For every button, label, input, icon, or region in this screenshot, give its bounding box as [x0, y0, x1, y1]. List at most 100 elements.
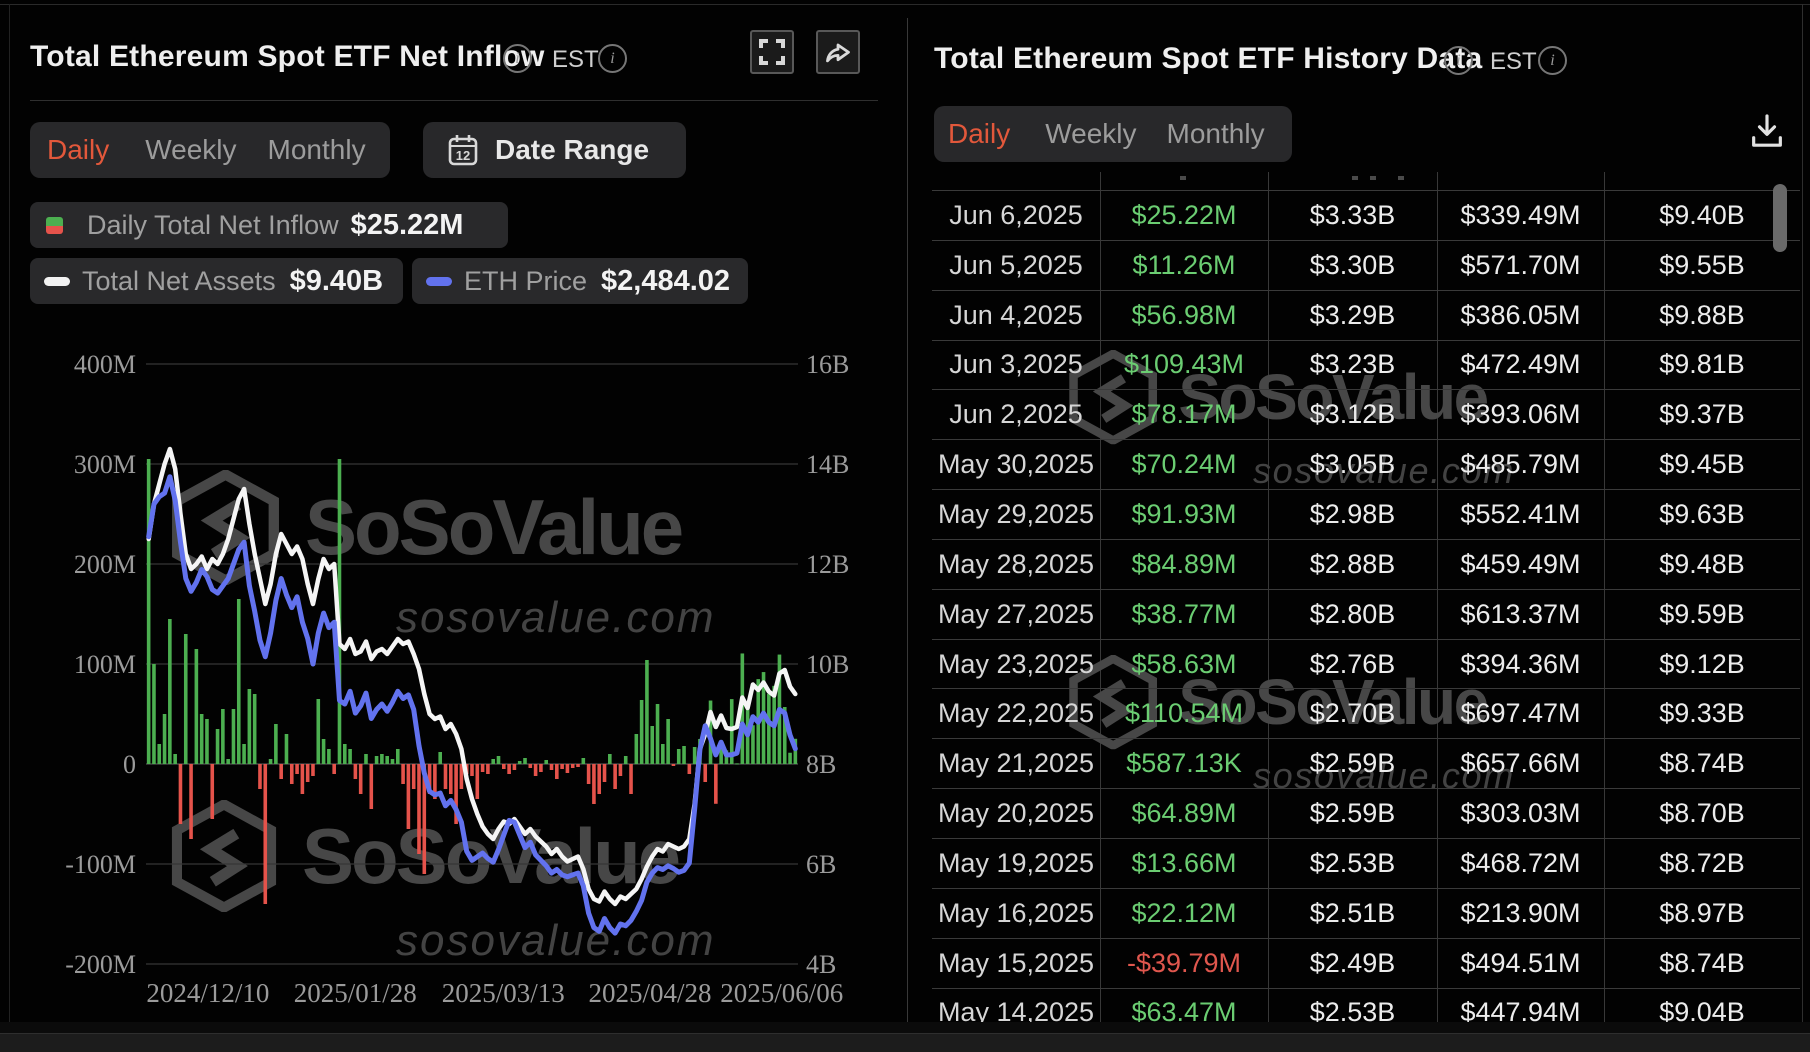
scrollbar-thumb[interactable] — [1773, 184, 1787, 252]
table-row[interactable]: May 27,2025$38.77M$2.80B$613.37M$9.59B — [932, 589, 1800, 639]
y-axis-right-label: 16B — [806, 350, 849, 379]
table-row[interactable]: May 29,2025$91.93M$2.98B$552.41M$9.63B — [932, 489, 1800, 539]
inflow-bar — [587, 764, 591, 784]
table-row[interactable]: May 21,2025$587.13K$2.59B$657.66M$8.74B — [932, 738, 1800, 788]
inflow-bar — [497, 756, 501, 764]
cell-value-traded: $613.37M — [1437, 590, 1604, 639]
cell-net-assets: $9.48B — [1604, 540, 1800, 589]
inflow-bar — [269, 759, 273, 764]
cell-value-traded: $472.49M — [1437, 341, 1604, 390]
inflow-bar — [343, 744, 347, 764]
cell-value-traded: $552.41M — [1437, 490, 1604, 539]
inflow-bar — [688, 764, 692, 774]
inflow-bar — [619, 764, 623, 776]
net-assets-line — [149, 449, 796, 904]
cell-daily-net-inflow: -$39.79M — [1100, 939, 1268, 988]
cell-date: Jun 4,2025 — [932, 291, 1100, 340]
cell-net-assets: $8.70B — [1604, 789, 1800, 838]
inflow-bar — [603, 764, 607, 782]
inflow-bar — [322, 739, 326, 764]
inflow-bar — [179, 764, 183, 824]
inflow-bar — [703, 764, 707, 782]
table-row[interactable]: May 14,2025$63.47M$2.53B$447.94M$9.04B — [932, 988, 1800, 1023]
inflow-bar — [672, 764, 676, 766]
info-icon[interactable]: i — [1444, 46, 1473, 75]
cell-net-assets: $9.45B — [1604, 440, 1800, 489]
cell-date: May 14,2025 — [932, 989, 1100, 1023]
inflow-bar — [640, 700, 644, 764]
inflow-bar — [491, 759, 495, 764]
table-row[interactable]: Jun 4,2025$56.98M$3.29B$386.05M$9.88B — [932, 290, 1800, 340]
history-table: Jun 6,2025$25.22M$3.33B$339.49M$9.40BJun… — [932, 190, 1800, 1022]
cell-cumulative-inflow: $2.59B — [1268, 789, 1437, 838]
inflow-bar — [147, 459, 151, 764]
tab-monthly[interactable]: Monthly — [1167, 118, 1265, 150]
inflow-bar — [359, 764, 363, 794]
cell-daily-net-inflow: $91.93M — [1100, 490, 1268, 539]
tab-daily[interactable]: Daily — [948, 118, 1010, 150]
inflow-bar — [539, 764, 543, 772]
inflow-bar — [476, 764, 480, 799]
inflow-bar — [380, 754, 384, 764]
cell-value-traded: $339.49M — [1437, 191, 1604, 240]
table-row[interactable]: Jun 2,2025$78.17M$3.12B$393.06M$9.37B — [932, 389, 1800, 439]
cell-value-traded: $657.66M — [1437, 739, 1604, 788]
table-row[interactable]: May 28,2025$84.89M$2.88B$459.49M$9.48B — [932, 539, 1800, 589]
inflow-bar — [624, 756, 628, 764]
cell-cumulative-inflow: $3.23B — [1268, 341, 1437, 390]
y-axis-left-label: -100M — [65, 850, 136, 879]
cell-daily-net-inflow: $13.66M — [1100, 839, 1268, 888]
net-inflow-chart[interactable]: 400M16B300M14B200M12B100M10B08B-100M6B-2… — [0, 0, 907, 1052]
inflow-bar — [650, 726, 654, 764]
table-row[interactable]: Jun 5,2025$11.26M$3.30B$571.70M$9.55B — [932, 240, 1800, 290]
cell-net-assets: $9.63B — [1604, 490, 1800, 539]
table-row[interactable]: May 20,2025$64.89M$2.59B$303.03M$8.70B — [932, 788, 1800, 838]
inflow-bar — [369, 764, 373, 809]
y-axis-left-label: 200M — [74, 550, 136, 579]
cell-value-traded: $697.47M — [1437, 689, 1604, 738]
table-row[interactable]: May 15,2025-$39.79M$2.49B$494.51M$8.74B — [932, 938, 1800, 988]
etf-dashboard: Total Ethereum Spot ETF Net Inflow i EST… — [0, 0, 1810, 1052]
inflow-bar — [301, 764, 305, 794]
inflow-bar — [274, 724, 278, 764]
cell-cumulative-inflow: $2.80B — [1268, 590, 1437, 639]
cell-daily-net-inflow: $56.98M — [1100, 291, 1268, 340]
inflow-bar — [566, 764, 570, 773]
y-axis-right-label: 14B — [806, 450, 849, 479]
table-row[interactable]: May 16,2025$22.12M$2.51B$213.90M$8.97B — [932, 888, 1800, 938]
clipped-header-text — [1398, 176, 1404, 180]
cell-cumulative-inflow: $2.76B — [1268, 640, 1437, 689]
tab-weekly[interactable]: Weekly — [1045, 118, 1136, 150]
cell-date: Jun 5,2025 — [932, 241, 1100, 290]
cell-cumulative-inflow: $3.33B — [1268, 191, 1437, 240]
cell-date: May 27,2025 — [932, 590, 1100, 639]
inflow-bar — [417, 764, 421, 854]
table-row[interactable]: May 22,2025$110.54M$2.70B$697.47M$9.33B — [932, 688, 1800, 738]
inflow-bar — [534, 764, 538, 776]
inflow-bar — [279, 764, 283, 779]
table-row[interactable]: Jun 6,2025$25.22M$3.33B$339.49M$9.40B — [932, 190, 1800, 240]
right-tab-group: Daily Weekly Monthly — [934, 106, 1292, 162]
table-row[interactable]: Jun 3,2025$109.43M$3.23B$472.49M$9.81B — [932, 340, 1800, 390]
table-row[interactable]: May 19,2025$13.66M$2.53B$468.72M$8.72B — [932, 838, 1800, 888]
inflow-bar — [693, 747, 697, 764]
cell-cumulative-inflow: $2.98B — [1268, 490, 1437, 539]
cell-value-traded: $459.49M — [1437, 540, 1604, 589]
inflow-bar — [184, 634, 188, 764]
cell-value-traded: $393.06M — [1437, 390, 1604, 439]
table-row[interactable]: May 23,2025$58.63M$2.76B$394.36M$9.12B — [932, 639, 1800, 689]
info-icon[interactable]: i — [1538, 46, 1567, 75]
cell-cumulative-inflow: $3.29B — [1268, 291, 1437, 340]
cell-cumulative-inflow: $3.12B — [1268, 390, 1437, 439]
table-row[interactable]: May 30,2025$70.24M$3.05B$485.79M$9.45B — [932, 439, 1800, 489]
cell-daily-net-inflow: $58.63M — [1100, 640, 1268, 689]
cell-daily-net-inflow: $63.47M — [1100, 989, 1268, 1023]
download-button[interactable] — [1742, 106, 1792, 156]
cell-net-assets: $9.04B — [1604, 989, 1800, 1023]
inflow-bar — [168, 619, 172, 764]
inflow-bar — [157, 744, 161, 764]
inflow-bar — [152, 664, 156, 764]
cell-date: May 20,2025 — [932, 789, 1100, 838]
inflow-bar — [316, 699, 320, 764]
bottom-strip — [0, 1022, 1810, 1052]
